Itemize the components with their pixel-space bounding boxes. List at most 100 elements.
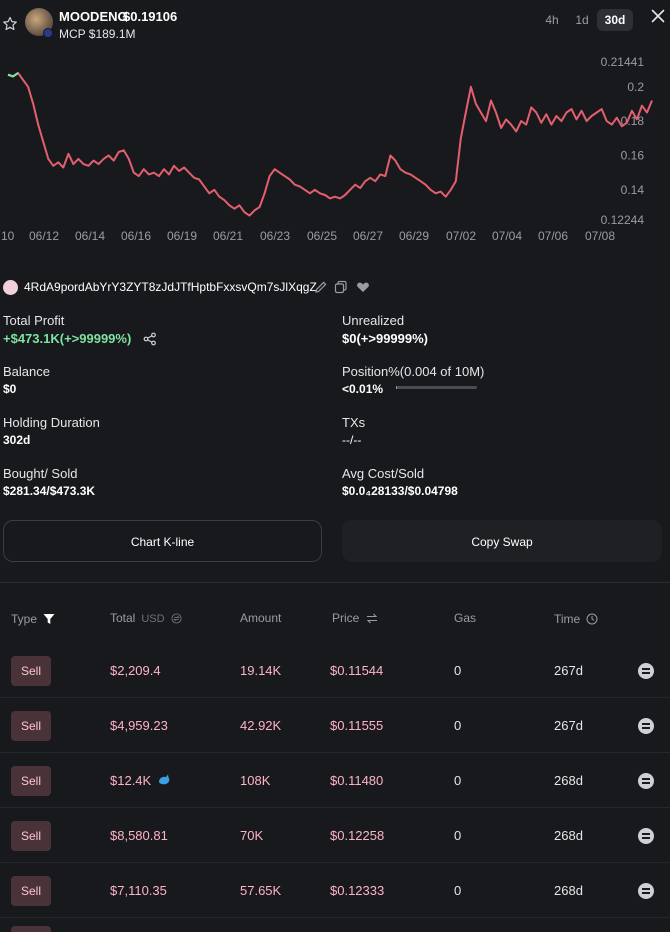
cell-amount: 70K (240, 828, 264, 843)
position-value: <0.01% (342, 382, 384, 396)
chart-kline-button[interactable]: Chart K-line (3, 520, 322, 562)
cell-total: $8,580.81 (110, 828, 168, 843)
price-series-line (7, 72, 653, 217)
y-tick-label: 0.21441 (601, 55, 645, 69)
sell-tag: Sell (11, 766, 51, 796)
cell-price: $0.11544 (330, 663, 384, 678)
copy-swap-button[interactable]: Copy Swap (342, 520, 662, 562)
x-tick-label: 07/06 (538, 229, 568, 243)
cell-price: $0.12258 (330, 828, 385, 843)
th-time-label: Time (554, 612, 581, 626)
x-tick-label: 06/16 (121, 229, 151, 243)
tx-detail-icon[interactable] (638, 883, 654, 899)
table-row[interactable]: Sell $2,209.4 19.14K $0.11544 0 267d (0, 643, 670, 698)
th-time[interactable]: Time (554, 611, 598, 626)
divider (0, 582, 670, 583)
th-usd-label: USD (141, 613, 165, 625)
unrealized-label: Unrealized (342, 313, 405, 328)
share-icon[interactable] (143, 332, 157, 346)
avg-cost-label: Avg Cost/Sold (342, 466, 425, 481)
sell-tag: Sell (11, 821, 51, 851)
cell-amount: 108K (240, 773, 271, 788)
token-name: MOODENG (59, 9, 128, 24)
timeframe-1d[interactable]: 1d (573, 9, 591, 31)
y-tick-label: 0.18 (621, 114, 645, 128)
avg-cost-value: $0.0₄28133/$0.04798 (342, 484, 458, 498)
sell-tag: Sell (11, 876, 51, 906)
sell-tag: Sell (11, 656, 51, 686)
th-price[interactable]: Price (332, 611, 378, 625)
clock-icon[interactable] (586, 613, 598, 625)
position-progress-bar (396, 386, 477, 389)
copy-icon[interactable] (334, 280, 348, 294)
cell-amount: 57.65K (240, 883, 282, 898)
th-gas: Gas (454, 611, 477, 625)
cell-time: 268d (554, 883, 583, 898)
cell-gas: 0 (454, 883, 462, 898)
sell-tag-partial (11, 926, 51, 932)
holding-duration-value: 302d (3, 433, 31, 447)
cell-price: $0.11555 (330, 718, 384, 733)
table-row[interactable]: Sell $7,110.35 57.65K $0.12333 0 268d (0, 863, 670, 918)
th-type-label: Type (11, 612, 38, 626)
cell-time: 268d (554, 828, 583, 843)
cell-total: $12.4K (110, 773, 152, 788)
edit-icon[interactable] (314, 280, 328, 294)
currency-switch-icon[interactable] (171, 613, 182, 624)
table-row[interactable]: Sell $12.4K 108K $0.11480 0 268d (0, 753, 670, 808)
start-marker-segment (7, 72, 19, 78)
y-tick-label: 0.12244 (601, 213, 645, 227)
table-row[interactable]: Sell $8,580.81 70K $0.12258 0 268d (0, 808, 670, 863)
th-type[interactable]: Type (11, 611, 55, 626)
x-tick-label: 10 (1, 229, 15, 243)
x-tick-label: 06/14 (75, 229, 105, 243)
bought-sold-label: Bought/ Sold (3, 466, 78, 481)
timeframe-30d[interactable]: 30d (597, 9, 633, 31)
x-tick-label: 07/04 (492, 229, 522, 243)
unrealized-value: $0(+>99999%) (342, 331, 429, 346)
price-chart: 0.21441 0.2 0.18 0.16 0.14 0.12244 10 06/12 06/1… (0, 48, 670, 248)
cell-time: 267d (554, 718, 583, 733)
x-tick-label: 06/12 (29, 229, 59, 243)
bought-sold-value: $281.34/$473.3K (3, 484, 96, 498)
tx-detail-icon[interactable] (638, 828, 654, 844)
position-label: Position%(0.004 of 10M) (342, 364, 485, 379)
table-row[interactable]: Sell $4,959.23 42.92K $0.11555 0 267d (0, 698, 670, 753)
chain-badge-icon (43, 28, 53, 38)
cell-price: $0.11480 (330, 773, 384, 788)
heart-icon[interactable] (356, 280, 370, 294)
total-profit-value: +$473.1K(+>99999%) (3, 331, 132, 346)
x-tick-label: 06/29 (399, 229, 429, 243)
total-profit-label: Total Profit (3, 313, 65, 328)
holding-duration-label: Holding Duration (3, 415, 100, 430)
price-chart-svg: 0.21441 0.2 0.18 0.16 0.14 0.12244 10 06/12 06/1… (1, 55, 653, 243)
x-tick-label: 07/02 (446, 229, 476, 243)
star-icon[interactable] (2, 16, 18, 32)
swap-arrows-icon[interactable] (366, 613, 378, 624)
th-amount: Amount (240, 611, 282, 625)
cell-total: $2,209.4 (110, 663, 161, 678)
cell-price: $0.12333 (330, 883, 385, 898)
filter-icon[interactable] (43, 613, 55, 625)
th-price-label: Price (332, 611, 360, 625)
tx-detail-icon[interactable] (638, 718, 654, 734)
cell-gas: 0 (454, 718, 462, 733)
x-tick-label: 06/27 (353, 229, 383, 243)
tx-detail-icon[interactable] (638, 773, 654, 789)
tx-detail-icon[interactable] (638, 663, 654, 679)
x-tick-label: 06/19 (167, 229, 197, 243)
cell-time: 267d (554, 663, 583, 678)
token-price: $0.19106 (123, 9, 178, 24)
whale-icon (159, 774, 170, 785)
cell-amount: 19.14K (240, 663, 282, 678)
balance-value: $0 (3, 382, 17, 396)
th-total-label: Total (110, 611, 136, 625)
cell-total: $7,110.35 (110, 883, 167, 898)
th-total[interactable]: Total USD (110, 611, 182, 625)
timeframe-4h[interactable]: 4h (541, 9, 563, 31)
close-icon[interactable] (651, 9, 665, 23)
x-tick-label: 06/23 (260, 229, 290, 243)
wallet-address[interactable]: 4RdA9pordAbYrY3ZYT8zJdJTfHptbFxxsvQm7sJl… (24, 280, 317, 294)
cell-gas: 0 (454, 828, 462, 843)
market-cap: MCP $189.1M (59, 27, 136, 41)
